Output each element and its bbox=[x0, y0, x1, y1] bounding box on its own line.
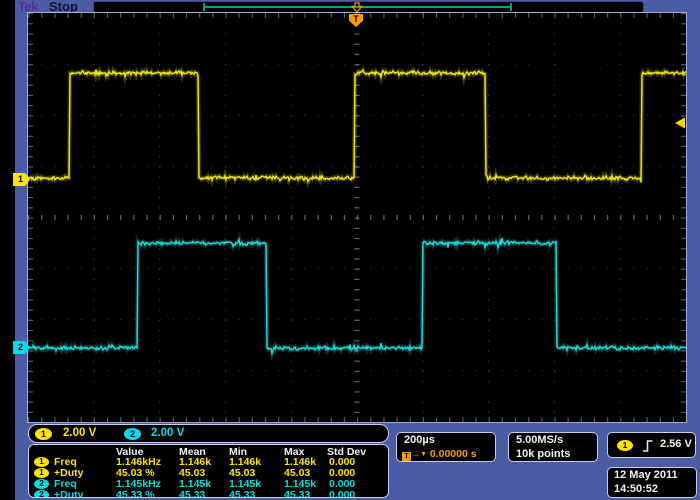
measurement-table: Value Mean Min Max Std Dev 1 Freq 1.146k… bbox=[28, 444, 389, 498]
bracket-right-cap bbox=[510, 3, 512, 11]
oscilloscope-screen: Tek Stop T 1 2 1 2.00 V 2 2.00 V Value M… bbox=[0, 0, 700, 500]
measurement-std: 0.000 bbox=[329, 489, 355, 498]
measurement-max: 45.33 bbox=[284, 489, 310, 498]
bracket-left-cap bbox=[203, 3, 205, 11]
sample-rate-readout: 5.00MS/s bbox=[516, 434, 563, 446]
row-ch-badge: 1 bbox=[34, 457, 49, 467]
delay-value: 0.00000 s bbox=[430, 448, 477, 460]
datetime-box: 12 May 2011 14:50:52 bbox=[607, 467, 697, 498]
graticule-and-traces bbox=[28, 13, 686, 422]
trigger-delay-readout: T→▼ 0.00000 s bbox=[402, 448, 477, 461]
trigger-source-badge: 1 bbox=[617, 440, 633, 451]
ch2-badge[interactable]: 2 bbox=[124, 428, 141, 440]
row-ch-badge: 2 bbox=[34, 490, 49, 498]
date-label: 12 May 2011 bbox=[614, 469, 678, 481]
measurement-min: 45.33 bbox=[229, 489, 255, 498]
table-row: 2 +Duty 45.33 % 45.33 45.33 45.33 0.000 bbox=[29, 490, 388, 498]
row-ch-badge: 2 bbox=[34, 479, 49, 489]
ch2-number: 2 bbox=[18, 342, 23, 352]
ch1-badge[interactable]: 1 bbox=[35, 428, 52, 440]
ch2-scale[interactable]: 2.00 V bbox=[151, 427, 184, 439]
ch1-scale[interactable]: 2.00 V bbox=[63, 427, 96, 439]
rising-edge-slope-icon bbox=[642, 439, 654, 453]
row-ch-badge: 1 bbox=[34, 468, 49, 478]
ch1-number: 1 bbox=[18, 174, 23, 184]
measurement-name: +Duty bbox=[54, 489, 83, 498]
channel-scale-bar: 1 2.00 V 2 2.00 V bbox=[28, 424, 389, 443]
horizontal-settings-box[interactable]: 200µs T→▼ 0.00000 s bbox=[396, 432, 496, 462]
trigger-level-readout: 2.56 V bbox=[660, 438, 692, 450]
marker-down-icon: ▼ bbox=[420, 451, 427, 458]
measurement-value: 45.33 % bbox=[116, 489, 155, 498]
acquisition-settings-box[interactable]: 5.00MS/s 10k points bbox=[508, 432, 598, 462]
waveform-display[interactable] bbox=[27, 12, 687, 423]
trigger-t-label: T bbox=[353, 14, 359, 24]
measurement-mean: 45.33 bbox=[179, 489, 205, 498]
trigger-t-icon: T bbox=[402, 452, 411, 461]
record-length-readout: 10k points bbox=[516, 448, 570, 460]
trigger-settings-box[interactable]: 1 2.56 V bbox=[607, 432, 696, 458]
arrow-right-icon: → bbox=[411, 449, 420, 459]
time-label: 14:50:52 bbox=[614, 483, 658, 495]
timebase-readout: 200µs bbox=[404, 434, 435, 446]
